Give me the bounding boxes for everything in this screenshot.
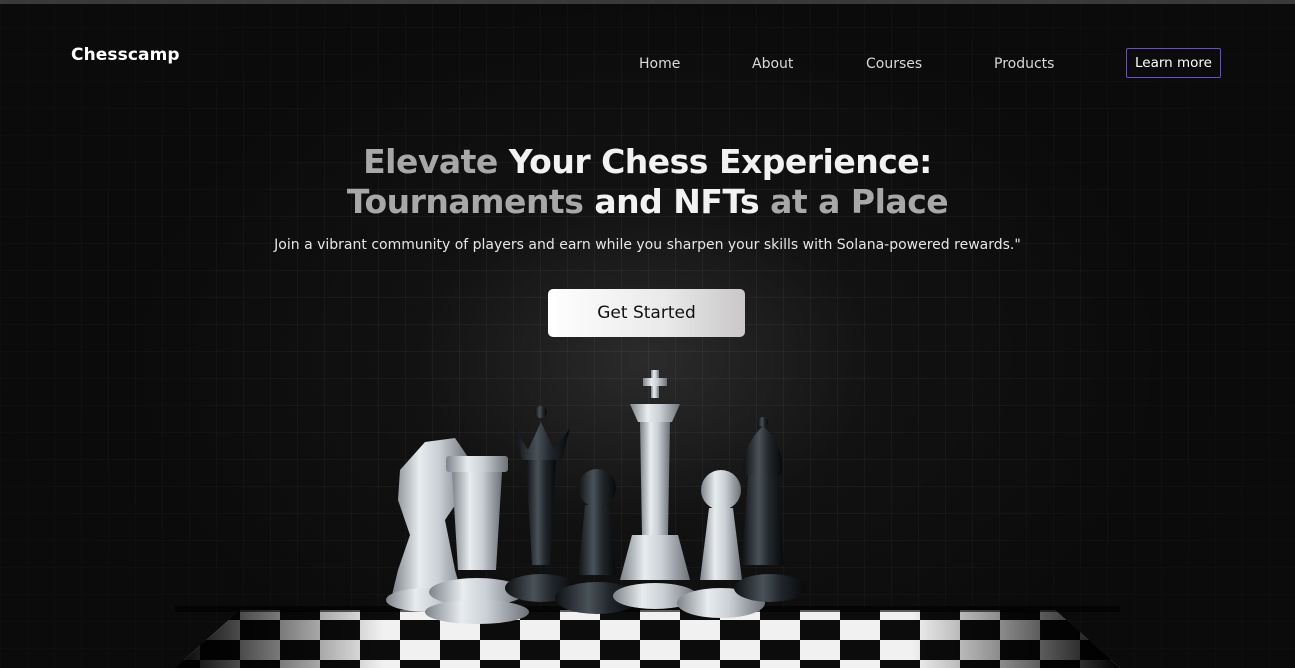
headline-line-2: Tournaments and NFTs at a Place xyxy=(0,182,1295,222)
white-king-piece xyxy=(613,370,697,609)
chessboard xyxy=(175,606,1120,668)
headline-segment: Elevate xyxy=(363,142,509,181)
nav-link-products[interactable]: Products xyxy=(994,56,1054,72)
nav-link-home[interactable]: Home xyxy=(639,56,680,72)
headline-segment: Tournaments xyxy=(346,182,584,221)
hero-subtitle: Join a vibrant community of players and … xyxy=(274,237,1021,253)
learn-more-button[interactable]: Learn more xyxy=(1126,48,1221,78)
headline-line-1: Elevate Your Chess Experience: xyxy=(0,142,1295,182)
black-bishop-piece xyxy=(734,417,806,602)
get-started-button[interactable]: Get Started xyxy=(548,289,745,337)
nav-link-about[interactable]: About xyxy=(752,56,793,72)
headline-segment: and NFTs xyxy=(583,182,771,221)
hero-headline: Elevate Your Chess Experience: Tournamen… xyxy=(0,142,1295,222)
chess-pieces-image xyxy=(0,360,1295,668)
headline-segment: Your Chess Experience: xyxy=(508,142,933,181)
landing-page: Chesscamp Home About Courses Products Le… xyxy=(0,0,1295,668)
window-top-border xyxy=(0,0,1295,4)
headline-segment: at a Place xyxy=(770,182,949,221)
main-nav: Home About Courses Products xyxy=(0,56,1295,76)
black-queen-piece xyxy=(505,406,577,602)
nav-link-courses[interactable]: Courses xyxy=(866,56,922,72)
